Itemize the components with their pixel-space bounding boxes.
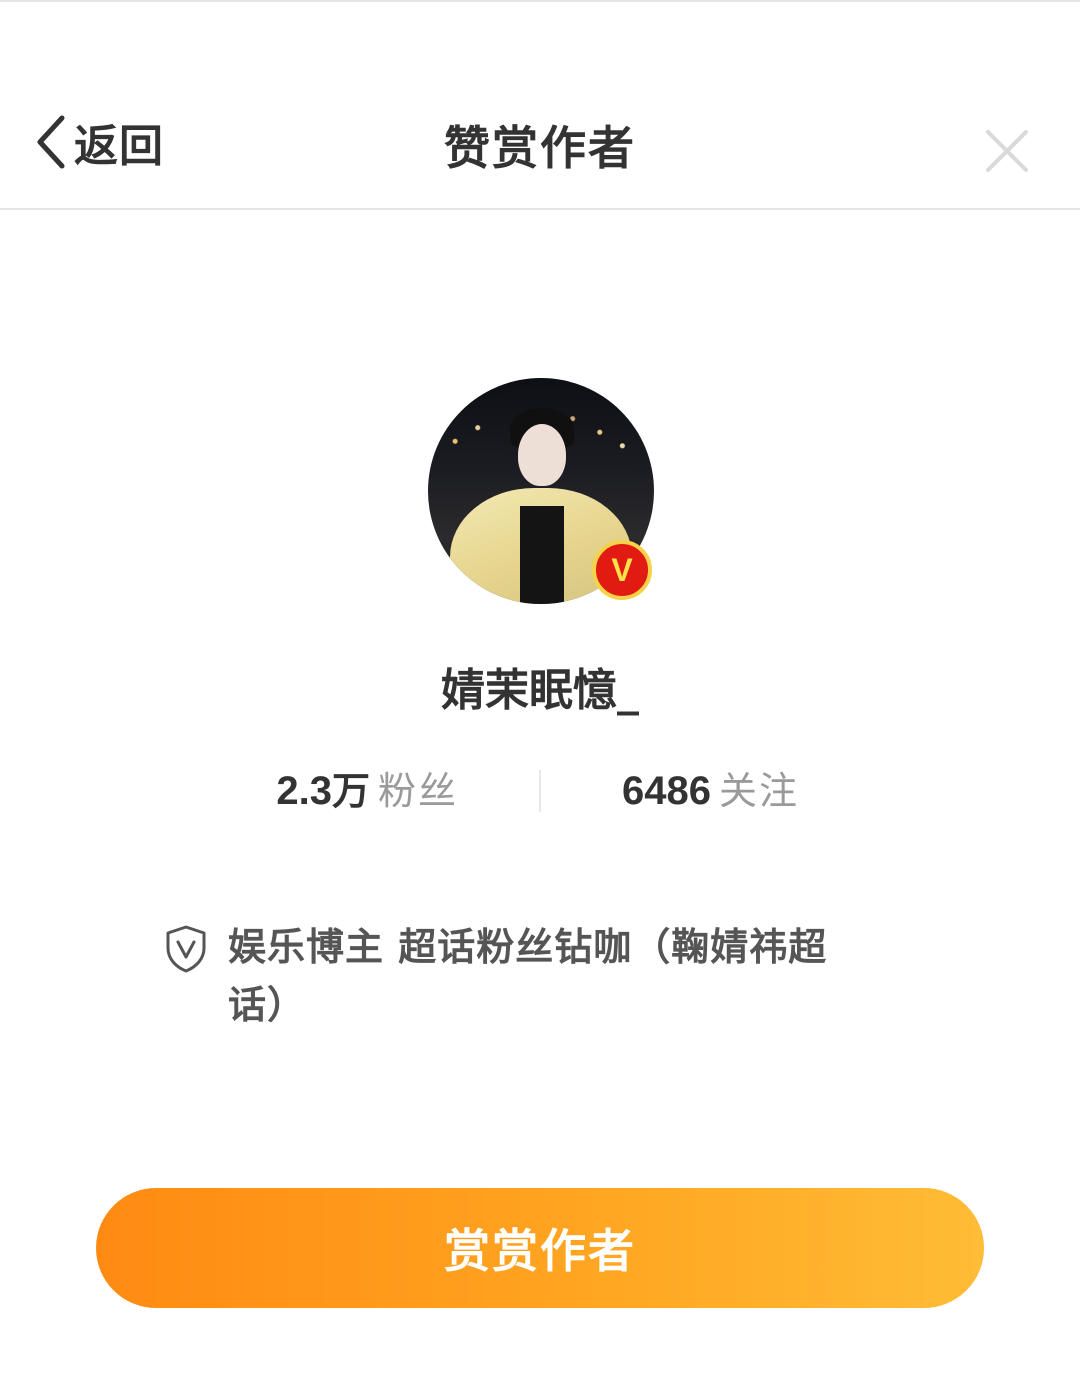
verified-badge-icon: V bbox=[592, 540, 652, 600]
followers-label: 粉丝 bbox=[377, 769, 458, 813]
stats-divider bbox=[539, 770, 541, 812]
following-label: 关注 bbox=[718, 769, 799, 813]
reward-author-button[interactable]: 赏赏作者 bbox=[96, 1188, 984, 1308]
followers-count: 2.3 bbox=[276, 769, 332, 813]
close-button[interactable] bbox=[982, 126, 1032, 176]
shield-v-icon bbox=[166, 925, 206, 973]
author-stats: 2.3 万 粉丝 6486 关注 bbox=[0, 760, 1080, 820]
author-avatar-container: V bbox=[428, 378, 654, 604]
following-stat[interactable]: 6486 关注 bbox=[622, 760, 799, 820]
verification-text: 娱乐博主 超话粉丝钻咖（鞠婧祎超话） bbox=[228, 925, 828, 1027]
followers-count-unit: 万 bbox=[331, 769, 370, 813]
avatar-photo-face bbox=[518, 424, 566, 486]
avatar-photo-inner bbox=[520, 506, 564, 604]
status-bar-divider bbox=[0, 0, 1080, 2]
followers-stat[interactable]: 2.3 万 粉丝 bbox=[276, 760, 458, 820]
page-title: 赞赏作者 bbox=[444, 121, 636, 175]
following-count: 6486 bbox=[622, 769, 711, 813]
navigation-bar: 返回 赞赏作者 bbox=[0, 80, 1080, 210]
author-name: 婧茉眠憶_ bbox=[441, 665, 639, 716]
verification-info: 娱乐博主 超话粉丝钻咖（鞠婧祎超话） bbox=[164, 918, 884, 1034]
close-icon bbox=[986, 130, 1028, 172]
